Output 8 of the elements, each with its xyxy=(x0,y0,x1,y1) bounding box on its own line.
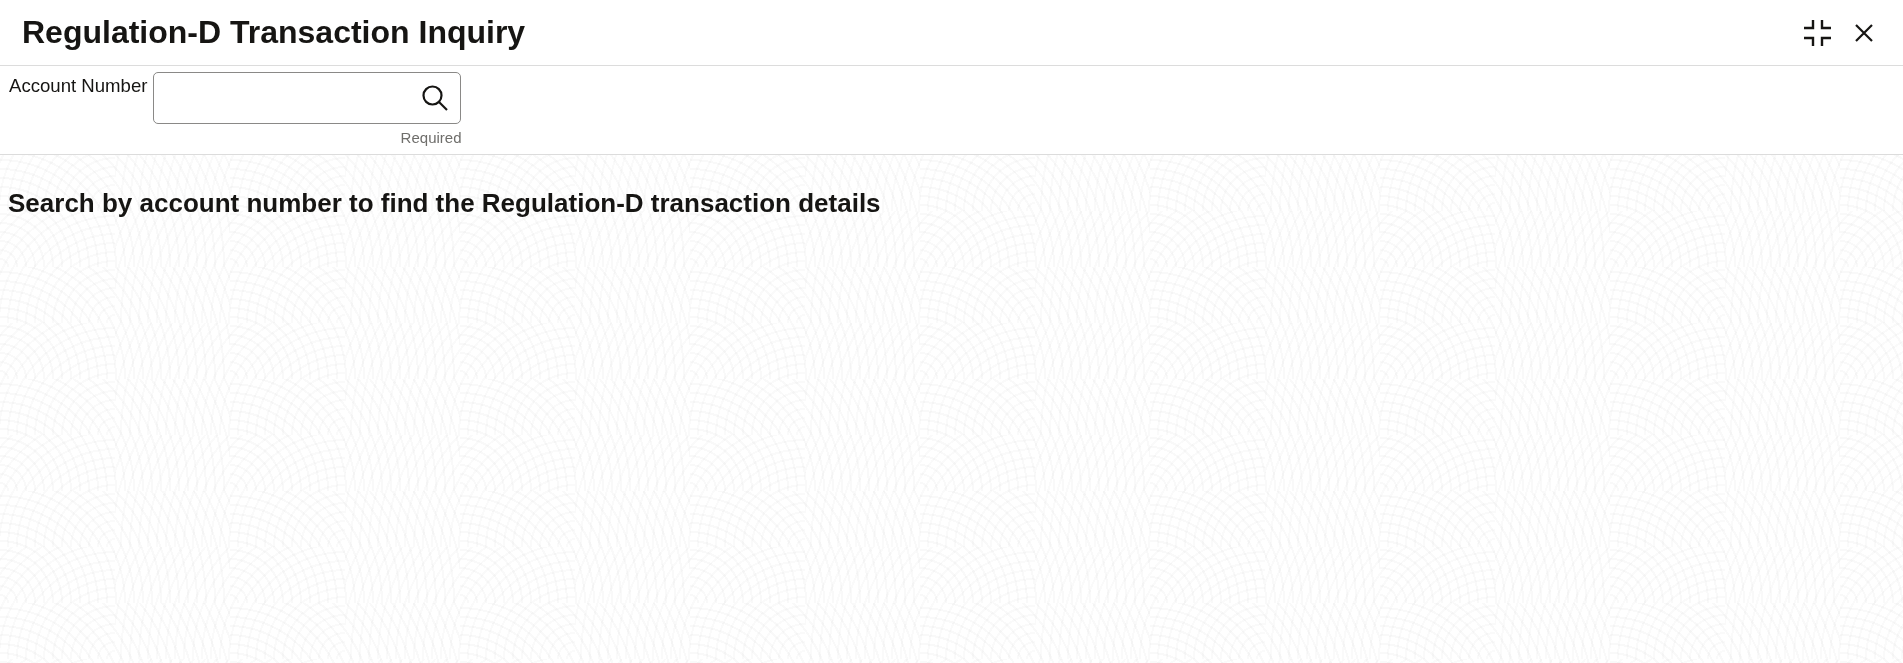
field-label: Account Number xyxy=(9,75,148,97)
close-icon xyxy=(1855,23,1873,42)
helper-text: Required xyxy=(400,129,462,146)
instruction-text: Search by account number to find the Regulation-D transaction details xyxy=(8,188,881,219)
compress-icon xyxy=(1802,18,1832,47)
account-number-field[interactable] xyxy=(153,72,462,124)
search-icon[interactable] xyxy=(422,85,449,111)
page-title: Regulation-D Transaction Inquiry xyxy=(22,14,526,51)
